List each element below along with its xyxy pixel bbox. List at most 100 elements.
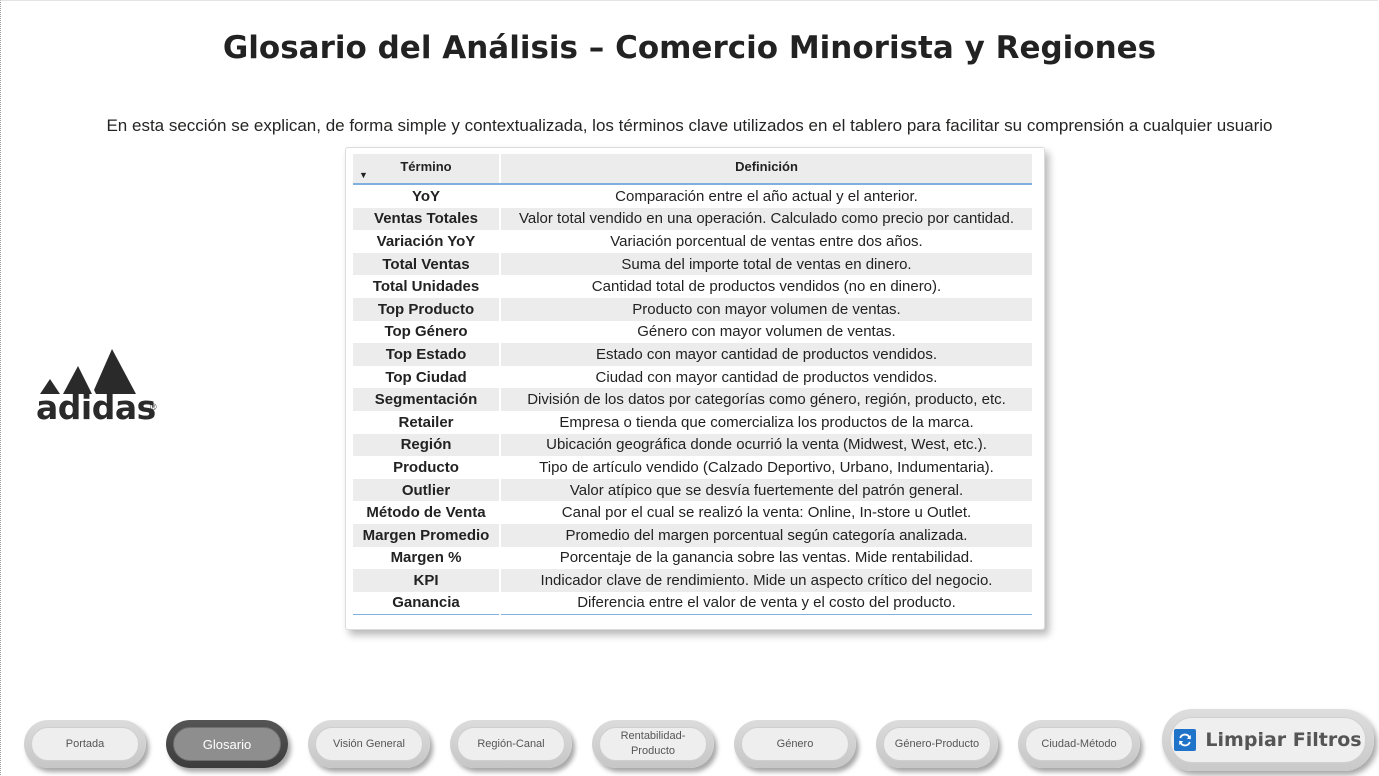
term-cell: Ganancia: [353, 591, 501, 616]
table-row[interactable]: Top Género Género con mayor volumen de ve…: [353, 320, 1032, 344]
definition-cell: Ubicación geográfica donde ocurrió la ve…: [500, 433, 1032, 457]
definition-cell: Variación porcentual de ventas entre dos…: [610, 232, 923, 250]
nav-button-label: Ciudad-Método: [1025, 727, 1133, 761]
term-cell: Total Ventas: [353, 252, 501, 276]
definition-cell: Producto con mayor volumen de ventas.: [500, 297, 1032, 321]
table-row[interactable]: Región Ubicación geográfica donde ocurrió…: [353, 433, 1032, 457]
registered-mark-icon: ®: [150, 402, 157, 412]
nav-button-label: Rentabilidad- Producto: [599, 727, 707, 761]
table-row[interactable]: Variación YoY Variación porcentual de ven…: [353, 230, 1032, 253]
column-header-definition[interactable]: Definición: [500, 154, 1032, 185]
table-row[interactable]: Top Producto Producto con mayor volumen d…: [353, 297, 1032, 321]
table-header-row: Término ▼ Definición: [353, 154, 1032, 185]
term-cell: Top Ciudad: [353, 365, 501, 389]
table-row[interactable]: Margen % Porcentaje de la ganancia sobre …: [353, 546, 1032, 570]
nav-button-label: Género: [741, 727, 849, 761]
term-cell: KPI: [353, 569, 501, 592]
nav-label-line: Ciudad-Método: [1041, 737, 1117, 750]
term-cell: Variación YoY: [353, 230, 501, 253]
table-row[interactable]: Top Ciudad Ciudad con mayor cantidad de p…: [353, 365, 1032, 389]
glossary-table: Término ▼ Definición YoY Comparación entr…: [353, 154, 1032, 616]
nav-label-line: Producto: [630, 745, 675, 757]
table-row[interactable]: Método de Venta Canal por el cual se real…: [353, 501, 1032, 524]
glossary-body: YoY Comparación entre el año actual y el …: [353, 184, 1032, 616]
nav-button-label: Visión General: [315, 727, 423, 761]
table-row[interactable]: Retailer Empresa o tienda que comercializ…: [353, 410, 1032, 434]
page-title: Glosario del Análisis – Comercio Minoris…: [222, 30, 1157, 66]
term-cell: Producto: [353, 456, 501, 479]
clear-filters-label: Limpiar Filtros: [1205, 729, 1362, 751]
column-header-term[interactable]: Término ▼: [353, 154, 501, 185]
term-cell: Top Género: [353, 320, 501, 344]
refresh-icon: [1174, 729, 1197, 751]
table-row[interactable]: YoY Comparación entre el año actual y el …: [353, 184, 1032, 208]
term-cell: Método de Venta: [353, 501, 501, 524]
term-cell: Margen %: [353, 546, 501, 570]
nav-label-line: Rentabilidad-: [620, 730, 686, 742]
definition-cell: Valor total vendido en una operación. Ca…: [500, 207, 1032, 231]
definition-cell: Indicador clave de rendimiento. Mide un …: [500, 569, 1032, 592]
term-cell: Ventas Totales: [353, 207, 501, 231]
adidas-logo-icon: adidas ®: [36, 346, 160, 430]
table-row[interactable]: Ganancia Diferencia entre el valor de ven…: [353, 591, 1032, 616]
clear-filters-button[interactable]: Limpiar Filtros: [1162, 709, 1374, 771]
page-subtitle: En esta sección se explican, de forma si…: [106, 116, 1273, 135]
table-row[interactable]: Margen Promedio Promedio del margen porce…: [353, 523, 1032, 547]
term-cell: Top Producto: [353, 297, 501, 321]
nav-button-portada[interactable]: Portada: [24, 720, 146, 768]
nav-button-rentabilidad-producto[interactable]: Rentabilidad- Producto: [592, 720, 714, 768]
nav-button-region-canal[interactable]: Región-Canal: [450, 720, 572, 768]
term-cell: Retailer: [353, 410, 501, 434]
table-row[interactable]: KPI Indicador clave de rendimiento. Mide …: [353, 569, 1032, 592]
term-cell: Outlier: [353, 478, 501, 502]
nav-button-vision-general[interactable]: Visión General: [308, 720, 430, 768]
term-cell: Segmentación: [353, 388, 501, 411]
nav-label-line: Portada: [65, 737, 105, 750]
definition-cell: Empresa o tienda que comercializa los pr…: [559, 413, 974, 431]
nav-button-genero[interactable]: Género: [734, 720, 856, 768]
term-cell: Total Unidades: [353, 275, 501, 298]
sort-descending-icon[interactable]: ▼: [359, 170, 368, 180]
nav-button-label: Glosario: [173, 727, 281, 761]
table-row[interactable]: Total Ventas Suma del importe total de ve…: [353, 252, 1032, 276]
definition-cell: Canal por el cual se realizó la venta: O…: [561, 504, 972, 522]
nav-button-glosario[interactable]: Glosario: [166, 720, 288, 768]
table-row[interactable]: Top Estado Estado con mayor cantidad de p…: [353, 343, 1032, 366]
definition-cell: Estado con mayor cantidad de productos v…: [500, 343, 1032, 366]
term-cell: Margen Promedio: [353, 523, 501, 547]
table-row[interactable]: Ventas Totales Valor total vendido en una…: [353, 207, 1032, 231]
term-cell: Región: [353, 433, 501, 457]
nav-button-label: Región-Canal: [457, 727, 565, 761]
definition-cell: Tipo de artículo vendido (Calzado Deport…: [539, 458, 994, 476]
nav-button-label: Portada: [31, 727, 139, 761]
column-header-term-label: Término: [400, 159, 452, 174]
definition-cell: Comparación entre el año actual y el ant…: [615, 187, 918, 205]
table-row[interactable]: Outlier Valor atípico que se desvía fuert…: [353, 478, 1032, 502]
column-header-definition-label: Definición: [735, 159, 798, 174]
logo-wordmark: adidas: [36, 388, 156, 427]
nav-label-line: Género-Producto: [894, 737, 980, 750]
term-cell: Top Estado: [353, 343, 501, 366]
definition-cell: Suma del importe total de ventas en dine…: [500, 252, 1032, 276]
term-cell: YoY: [353, 184, 501, 208]
nav-label-line: Glosario: [202, 736, 252, 752]
nav-label-line: Género: [776, 737, 814, 750]
definition-cell: Diferencia entre el valor de venta y el …: [500, 591, 1032, 616]
clear-filters-inner: Limpiar Filtros: [1170, 717, 1366, 763]
glossary-table-card: Término ▼ Definición YoY Comparación entr…: [345, 147, 1045, 630]
nav-button-label: Género-Producto: [883, 727, 991, 761]
definition-cell: División de los datos por categorías com…: [500, 388, 1032, 411]
definition-cell: Promedio del margen porcentual según cat…: [500, 523, 1032, 547]
definition-cell: Porcentaje de la ganancia sobre las vent…: [559, 549, 974, 567]
nav-label-line: Región-Canal: [477, 737, 545, 750]
definition-cell: Cantidad total de productos vendidos (no…: [591, 278, 942, 296]
nav-label-line: Visión General: [333, 737, 405, 750]
table-row[interactable]: Segmentación División de los datos por ca…: [353, 388, 1032, 411]
nav-button-ciudad-metodo[interactable]: Ciudad-Método: [1018, 720, 1140, 768]
definition-cell: Valor atípico que se desvía fuertemente …: [500, 478, 1032, 502]
table-row[interactable]: Producto Tipo de artículo vendido (Calzad…: [353, 456, 1032, 479]
nav-button-genero-producto[interactable]: Género-Producto: [876, 720, 998, 768]
table-row[interactable]: Total Unidades Cantidad total de producto…: [353, 275, 1032, 298]
definition-cell: Género con mayor volumen de ventas.: [637, 323, 896, 341]
definition-cell: Ciudad con mayor cantidad de productos v…: [595, 368, 938, 386]
